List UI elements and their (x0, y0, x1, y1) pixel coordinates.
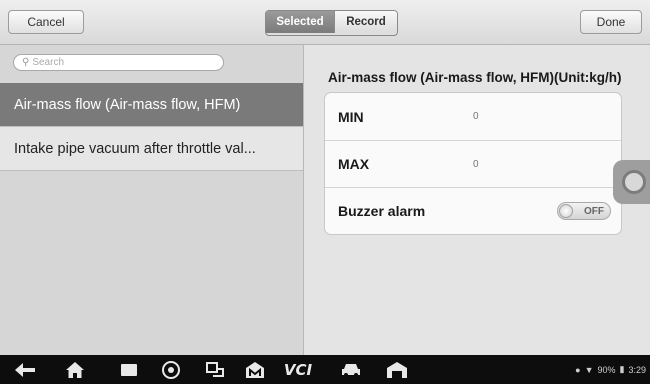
floating-assist-button[interactable] (613, 160, 650, 204)
buzzer-row: Buzzer alarm OFF (325, 187, 621, 234)
list-item-air-mass-flow[interactable]: Air-mass flow (Air-mass flow, HFM) (0, 83, 303, 127)
browser-icon[interactable] (156, 355, 186, 384)
parameter-detail-panel: Air-mass flow (Air-mass flow, HFM)(Unit:… (304, 45, 650, 355)
recent-apps-icon[interactable] (114, 355, 144, 384)
home-icon[interactable] (60, 355, 90, 384)
max-value[interactable]: 0 (473, 159, 479, 170)
back-icon[interactable] (10, 355, 40, 384)
system-navigation-bar: VCI ● ▼ 90% ▮ 3:29 (0, 355, 650, 384)
battery-level: 90% (597, 364, 616, 375)
min-label: MIN (338, 108, 364, 125)
shop-manager-icon[interactable] (380, 355, 414, 384)
cancel-button[interactable]: Cancel (8, 10, 84, 34)
search-icon: ⚲ (22, 57, 30, 68)
min-value[interactable]: 0 (473, 111, 479, 122)
threshold-card: MIN 0 MAX 0 Buzzer alarm OFF (324, 92, 622, 235)
assist-circle-icon (622, 170, 646, 194)
screenshot-icon[interactable] (200, 355, 230, 384)
list-item-intake-pipe-vacuum[interactable]: Intake pipe vacuum after throttle val... (0, 127, 303, 171)
search-placeholder: Search (32, 57, 65, 68)
maxifix-icon[interactable] (240, 355, 270, 384)
top-toolbar: Cancel Selected Record Done (0, 0, 650, 45)
parameter-list: Air-mass flow (Air-mass flow, HFM) Intak… (0, 83, 303, 171)
battery-icon: ▮ (619, 364, 625, 374)
toggle-state: OFF (584, 205, 604, 217)
wifi-icon: ▼ (584, 364, 594, 375)
vci-icon[interactable]: VCI (281, 355, 315, 384)
min-row[interactable]: MIN 0 (325, 93, 621, 140)
detail-title: Air-mass flow (Air-mass flow, HFM)(Unit:… (328, 70, 622, 85)
toggle-knob-icon (559, 204, 573, 218)
tab-selected[interactable]: Selected (266, 11, 334, 33)
parameter-list-panel: ⚲ Search Air-mass flow (Air-mass flow, H… (0, 45, 304, 355)
search-input[interactable]: ⚲ Search (13, 54, 224, 71)
status-area: ● ▼ 90% ▮ 3:29 (575, 355, 646, 384)
notification-icon: ● (575, 364, 581, 375)
tab-record[interactable]: Record (334, 11, 397, 33)
view-segmented-control: Selected Record (265, 10, 398, 36)
clock-time: 3:29 (628, 364, 646, 375)
max-row[interactable]: MAX 0 (325, 140, 621, 187)
vehicle-icon[interactable] (336, 355, 366, 384)
max-label: MAX (338, 156, 370, 172)
buzzer-toggle[interactable]: OFF (557, 202, 611, 220)
buzzer-label: Buzzer alarm (338, 203, 426, 219)
done-button[interactable]: Done (580, 10, 642, 34)
